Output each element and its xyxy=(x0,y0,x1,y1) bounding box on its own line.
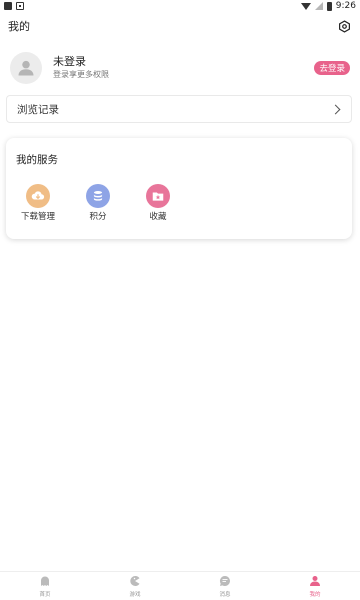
profile-subtitle: 登录享更多权限 xyxy=(53,70,109,79)
chevron-right-icon xyxy=(330,104,341,114)
nav-label: 首页 xyxy=(39,591,51,598)
browse-history-row[interactable]: 浏览记录 xyxy=(6,95,352,123)
ghost-icon xyxy=(15,575,75,588)
status-notifications xyxy=(4,2,24,10)
service-points[interactable]: 积分 xyxy=(76,184,120,223)
nav-label: 消息 xyxy=(219,591,231,598)
status-time: 9:26 xyxy=(335,1,356,11)
service-label: 下载管理 xyxy=(20,212,55,222)
header: 我的 xyxy=(0,14,360,38)
battery-icon xyxy=(326,1,332,11)
avatar[interactable] xyxy=(10,52,42,84)
nav-item-games[interactable]: 游戏 xyxy=(105,575,165,598)
cloud-download-icon xyxy=(26,184,50,208)
chat-icon xyxy=(195,575,255,588)
signal-icon xyxy=(314,2,323,10)
default-avatar-icon xyxy=(18,60,34,76)
user-icon xyxy=(285,575,345,588)
settings-icon[interactable] xyxy=(336,18,352,34)
nav-label: 我的 xyxy=(309,591,321,598)
wifi-icon xyxy=(300,2,311,10)
status-indicators: 9:26 xyxy=(300,1,356,11)
status-bar: 9:26 xyxy=(0,0,360,12)
service-favorites[interactable]: 收藏 xyxy=(136,184,180,223)
profile-section[interactable]: 未登录 登录享更多权限 去登录 xyxy=(10,52,350,84)
pacman-icon xyxy=(105,575,165,588)
nav-item-mine[interactable]: 我的 xyxy=(285,575,345,598)
nav-item-home[interactable]: 首页 xyxy=(15,575,75,598)
coins-stack-icon xyxy=(86,184,110,208)
login-button[interactable]: 去登录 xyxy=(314,61,350,75)
service-label: 收藏 xyxy=(149,212,167,222)
services-card: 我的服务 下载管理 积分 收藏 xyxy=(6,138,352,239)
browse-history-label: 浏览记录 xyxy=(17,103,59,116)
app-notification-icon xyxy=(16,2,24,10)
notification-icon xyxy=(4,2,12,10)
service-download-manager[interactable]: 下载管理 xyxy=(16,184,60,223)
service-label: 积分 xyxy=(89,212,107,222)
profile-name: 未登录 xyxy=(53,55,86,68)
page-title: 我的 xyxy=(8,20,30,33)
services-title: 我的服务 xyxy=(16,154,58,166)
bottom-navigation: 首页 游戏 消息 我的 xyxy=(0,571,360,600)
nav-label: 游戏 xyxy=(129,591,141,598)
star-folder-icon xyxy=(146,184,170,208)
nav-item-messages[interactable]: 消息 xyxy=(195,575,255,598)
profile-info: 未登录 登录享更多权限 xyxy=(53,55,314,81)
